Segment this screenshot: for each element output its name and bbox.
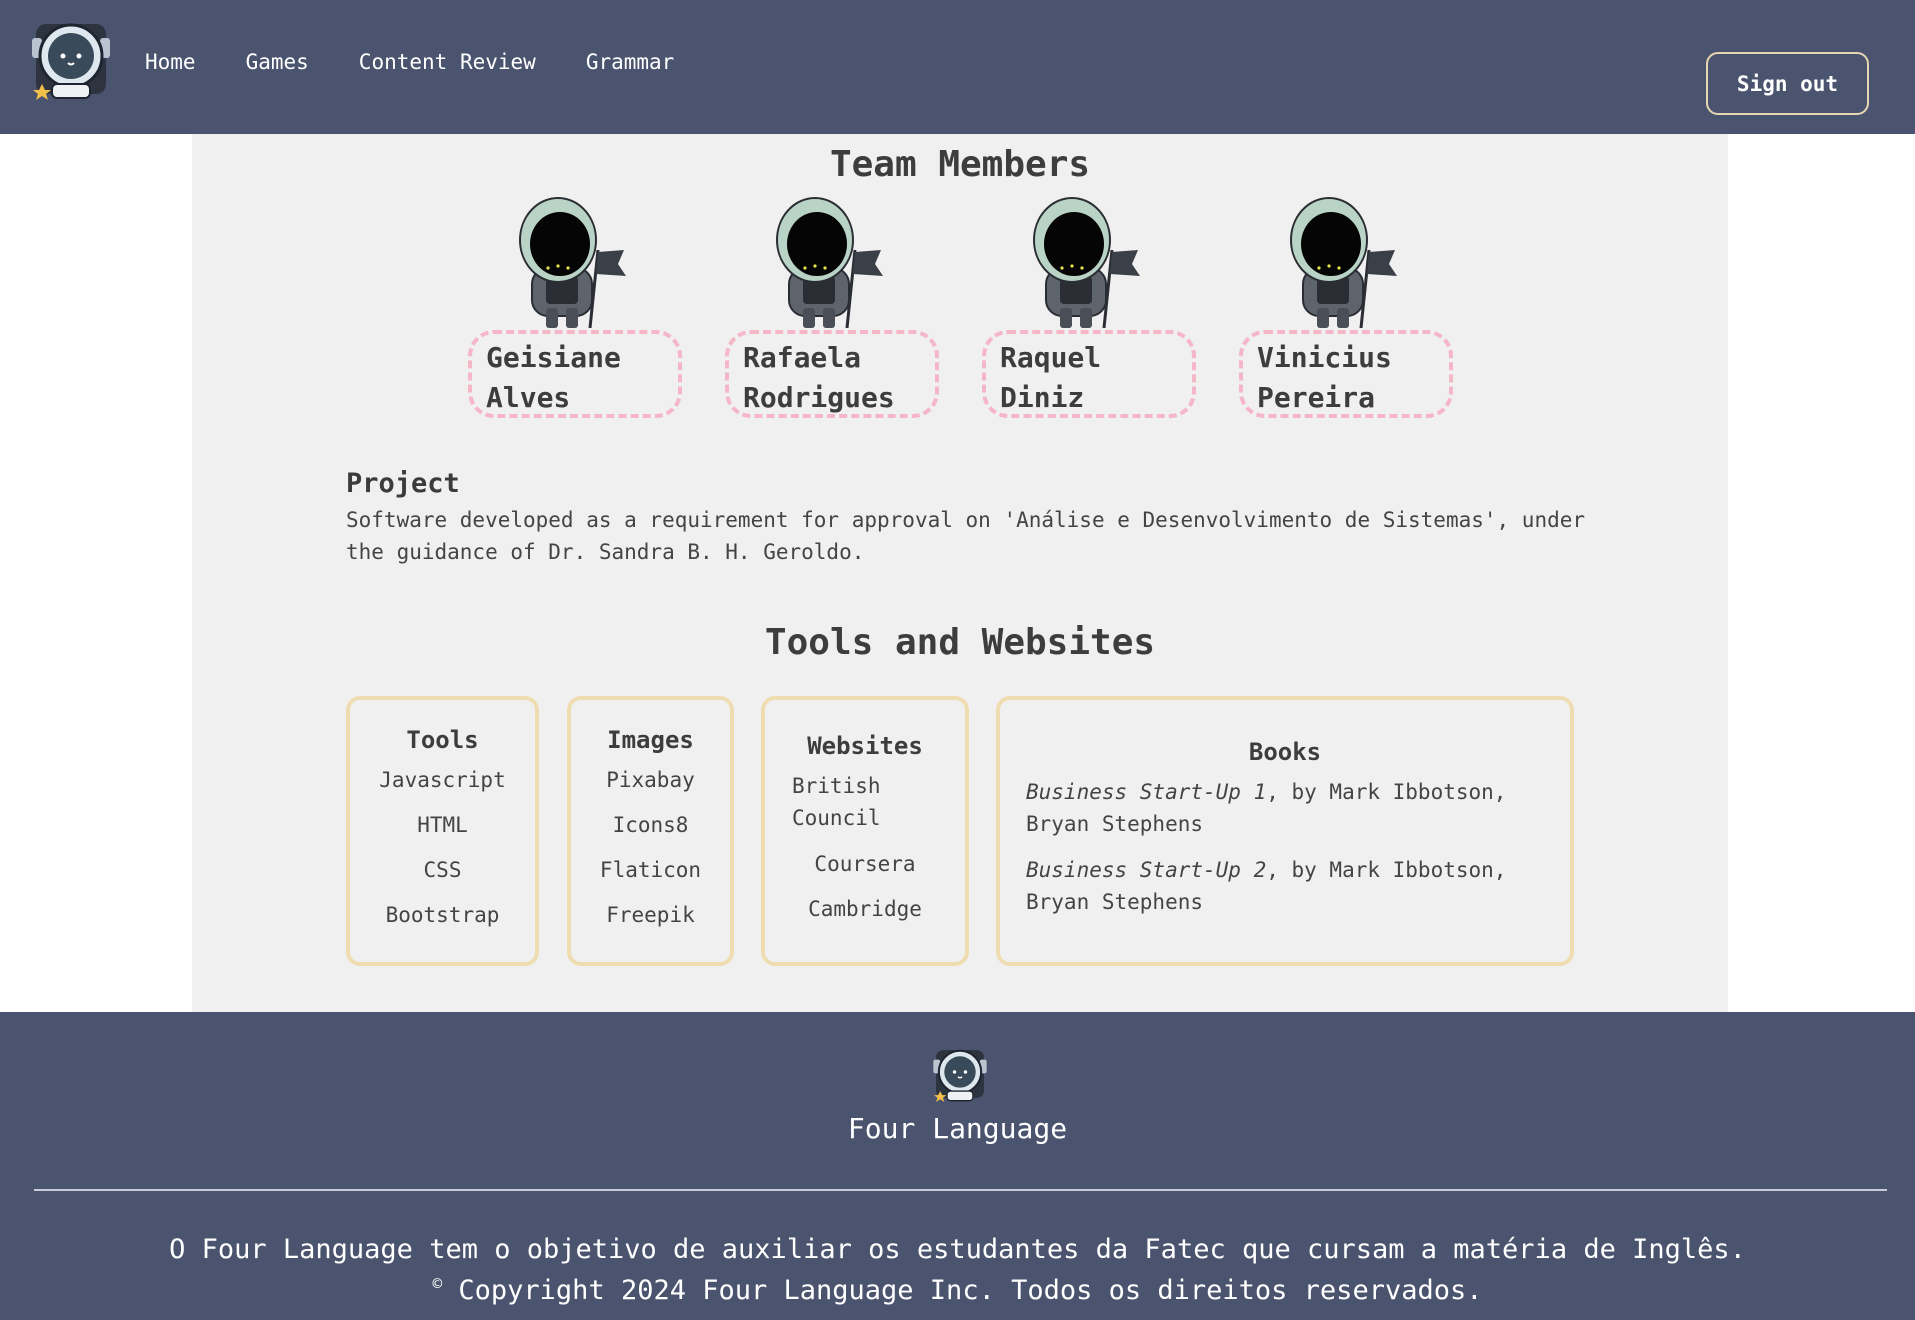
footer-description: O Four Language tem o objetivo de auxili… (169, 1234, 1746, 1265)
member-last-name: Rodrigues (743, 381, 895, 414)
member-first-name: Geisiane (486, 341, 621, 374)
nav-link-grammar[interactable]: Grammar (586, 50, 675, 74)
tools-card-title: Tools (406, 726, 479, 754)
book-title: Business Start-Up 1 (1026, 780, 1267, 804)
footer: Four Language O Four Language tem o obje… (0, 1012, 1915, 1320)
images-card-title: Images (607, 726, 694, 754)
nav-link-home[interactable]: Home (145, 50, 196, 74)
tool-item: Bootstrap (385, 903, 500, 927)
navbar: Home Games Content Review Grammar Sign o… (0, 0, 1915, 134)
book-title: Business Start-Up 2 (1026, 858, 1267, 882)
images-card: Images Pixabay Icons8 Flaticon Freepik (567, 696, 734, 966)
member-name-box: Geisiane Alves (468, 330, 682, 418)
team-member-card: Geisiane Alves (468, 194, 682, 418)
book-item: Business Start-Up 1, by Mark Ibbotson, B… (1000, 776, 1570, 840)
tool-item: HTML (417, 813, 468, 837)
member-last-name: Diniz (1000, 381, 1085, 414)
tool-item: Javascript (379, 768, 506, 792)
tools-card: Tools Javascript HTML CSS Bootstrap (346, 696, 539, 966)
member-name-box: Rafaela Rodrigues (725, 330, 939, 418)
footer-brand-name: Four Language (847, 1112, 1068, 1145)
nav-link-content-review[interactable]: Content Review (359, 50, 536, 74)
books-card-title: Books (1248, 738, 1322, 766)
member-first-name: Rafaela (743, 341, 862, 374)
sign-out-button[interactable]: Sign out (1706, 52, 1869, 115)
tools-websites-title: Tools and Websites (764, 622, 1156, 663)
astronaut-with-flag-icon (776, 197, 883, 328)
team-member-card: Rafaela Rodrigues (725, 194, 939, 418)
astronaut-with-flag-icon (519, 197, 626, 328)
book-item: Business Start-Up 2, by Mark Ibbotson, B… (1000, 854, 1570, 918)
copyright-symbol: © (432, 1274, 443, 1293)
member-last-name: Alves (486, 381, 571, 414)
team-member-card: Raquel Diniz (982, 194, 1196, 418)
footer-divider (34, 1189, 1887, 1191)
image-source-item: Icons8 (612, 813, 689, 837)
footer-copyright: © Copyright 2024 Four Language Inc. Todo… (0, 1274, 1915, 1306)
member-first-name: Vinicius (1257, 341, 1392, 374)
websites-card-title: Websites (807, 732, 923, 760)
website-item: Coursera (814, 852, 916, 876)
astronaut-logo-icon[interactable] (30, 18, 112, 100)
copyright-text: Copyright 2024 Four Language Inc. Todos … (442, 1275, 1483, 1306)
books-card: Books Business Start-Up 1, by Mark Ibbot… (996, 696, 1574, 966)
member-name-box: Raquel Diniz (982, 330, 1196, 418)
project-heading: Project (346, 468, 460, 499)
member-name-box: Vinicius Pereira (1239, 330, 1453, 418)
member-first-name: Raquel (1000, 341, 1102, 374)
astronaut-with-flag-icon (1033, 197, 1140, 328)
team-member-card: Vinicius Pereira (1239, 194, 1453, 418)
team-members-title: Team Members (829, 144, 1091, 185)
tool-item: CSS (423, 858, 462, 882)
image-source-item: Freepik (606, 903, 695, 927)
image-source-item: Flaticon (599, 858, 702, 882)
main-panel: Team Members Geisiane Alves Rafaela Rodr… (192, 134, 1728, 1012)
website-item: British Council (792, 774, 881, 830)
astronaut-logo-icon (933, 1049, 987, 1102)
project-description: Software developed as a requirement for … (346, 508, 1586, 564)
website-item: Cambridge (808, 897, 922, 921)
image-source-item: Pixabay (606, 768, 695, 792)
nav-links: Home Games Content Review Grammar (145, 50, 724, 74)
astronaut-with-flag-icon (1290, 197, 1397, 328)
member-last-name: Pereira (1257, 381, 1376, 414)
nav-link-games[interactable]: Games (246, 50, 309, 74)
websites-card: Websites British Council Coursera Cambri… (761, 696, 969, 966)
